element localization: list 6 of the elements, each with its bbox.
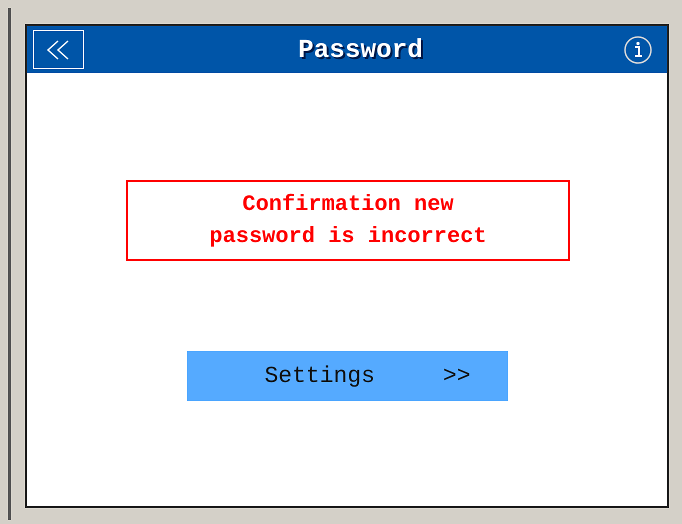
info-button[interactable] — [622, 34, 653, 64]
info-icon — [622, 34, 653, 64]
settings-button[interactable]: Settings >> — [186, 351, 508, 401]
back-button[interactable] — [33, 30, 84, 69]
screen-title: Password — [298, 34, 423, 64]
error-message: Confirmation new password is incorrect — [208, 190, 488, 250]
